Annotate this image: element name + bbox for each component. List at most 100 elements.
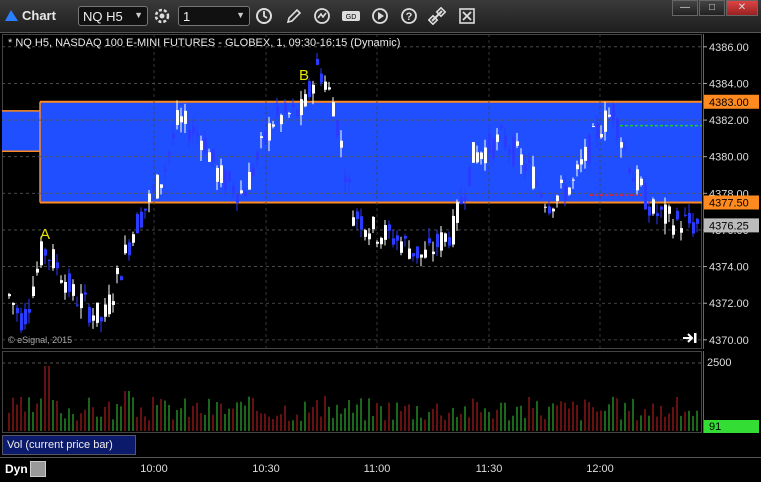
candle-body [584,146,587,161]
candle-body [412,253,415,257]
candle-body [60,280,63,283]
volume-study-label[interactable]: Vol (current price bar) [2,435,136,455]
title-bar: Chart NQ H5 ▼ 1 ▼ GD ? — □ ✕ [0,0,761,33]
symbol-combo[interactable]: NQ H5 ▼ [78,6,148,26]
candle-body [404,236,407,239]
candle-body [320,73,323,83]
time-tick-label: 11:00 [363,463,391,475]
close-doc-icon[interactable] [456,6,478,26]
candle-body [520,154,523,165]
price-band-left [2,110,40,152]
candle-body [332,102,335,117]
candle-body [668,206,671,214]
maximize-button[interactable]: □ [699,0,725,16]
candle-body [352,217,355,226]
candle-body [512,137,515,166]
interval-value: 1 [183,9,191,24]
candle-body [384,225,387,240]
candle-body [84,292,87,295]
candle-body [184,110,187,124]
candle-body [268,123,271,141]
candle-body [124,244,127,254]
candle-body [592,126,595,128]
candle-body [484,147,487,164]
minimize-button[interactable]: — [672,0,698,16]
candle-body [336,120,339,136]
volume-chart[interactable] [2,351,702,433]
time-axis[interactable]: Dyn 10:00 10:30 11:00 11:30 12:00 [0,457,761,482]
candle-body [56,262,59,269]
lock-icon[interactable] [30,461,46,477]
candle-body [192,126,195,135]
candle-body [684,214,687,216]
settings-icon[interactable] [151,6,173,26]
candle-body [556,195,559,201]
candle-body [488,133,491,153]
candle-body [200,140,203,151]
candle-body [156,174,159,199]
candle-body [96,302,99,323]
candle-body [624,147,627,149]
candle-body [252,167,255,176]
candle-body [432,251,435,255]
candle-body [328,87,331,90]
candle-body [104,304,107,317]
price-tick-label: 4372.00 [709,298,749,310]
volume-tick-label: 2500 [707,357,731,369]
last-price-tag: 4376.25 [709,220,749,232]
candle-body [388,224,391,231]
candle-body [92,315,95,321]
candle-body [208,152,211,162]
candle-body [168,152,171,156]
candle-body [636,169,639,191]
time-tick-label: 11:30 [475,463,503,475]
candle-body [276,106,279,116]
candle-body [408,248,411,259]
candle-body [364,230,367,237]
annotation-a: A [40,226,50,243]
candle-body [160,184,163,188]
play-icon[interactable] [369,6,391,26]
candle-body [100,317,103,322]
candle-body [660,206,663,210]
volume-study-text: Vol (current price bar) [7,439,113,451]
candle-body [632,178,635,182]
zoom-icon[interactable]: GD [340,6,362,26]
candle-body [620,142,623,148]
price-chart[interactable]: AB [2,34,702,349]
price-tick-label: 4380.00 [709,152,749,164]
band-low-tag: 4377.50 [709,197,749,209]
candle-body [656,213,659,217]
chevron-down-icon[interactable]: ▼ [134,10,143,20]
candle-body [544,206,547,208]
candle-body [296,109,299,117]
candle-body [116,267,119,275]
candle-body [112,301,115,305]
cursor-icon[interactable] [311,6,333,26]
time-tick-label: 12:00 [586,463,614,475]
candle-body [568,187,571,195]
scroll-right-button[interactable] [682,331,698,345]
candle-body [500,125,503,129]
clock-icon[interactable] [253,6,275,26]
pencil-icon[interactable] [283,6,305,26]
chart-app-icon [5,10,18,21]
candle-body [596,123,599,138]
link-icon[interactable] [426,6,448,26]
candle-body [360,216,363,230]
candle-body [220,165,223,183]
help-icon[interactable]: ? [398,6,420,26]
chevron-down-icon[interactable]: ▼ [236,10,245,20]
interval-combo[interactable]: 1 ▼ [178,6,250,26]
candle-body [284,102,287,114]
candle-body [536,183,539,185]
candle-body [216,167,219,182]
close-button[interactable]: ✕ [726,0,758,16]
candle-body [232,186,235,194]
candle-body [616,118,619,139]
candle-body [212,149,215,163]
candle-body [356,211,359,220]
candle-body [416,246,419,259]
candle-body [576,164,579,170]
candle-body [532,166,535,189]
